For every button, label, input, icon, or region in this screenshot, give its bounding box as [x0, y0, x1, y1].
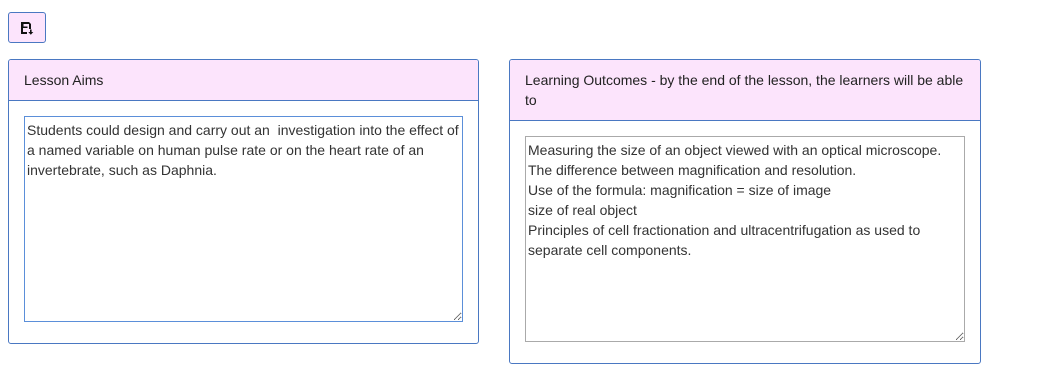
learning-outcomes-body: Measuring the size of an object viewed w… [510, 121, 980, 357]
lesson-aims-header: Lesson Aims [9, 60, 478, 101]
learning-outcomes-header: Learning Outcomes - by the end of the le… [510, 60, 980, 121]
save-button[interactable] [8, 12, 46, 43]
save-icon [20, 21, 34, 35]
learning-outcomes-textarea[interactable]: Measuring the size of an object viewed w… [525, 136, 965, 342]
lesson-aims-panel: Lesson Aims Students could design and ca… [8, 59, 479, 344]
lesson-aims-body: Students could design and carry out an i… [9, 101, 478, 337]
lesson-aims-textarea[interactable]: Students could design and carry out an i… [24, 116, 463, 322]
learning-outcomes-panel: Learning Outcomes - by the end of the le… [509, 59, 981, 364]
